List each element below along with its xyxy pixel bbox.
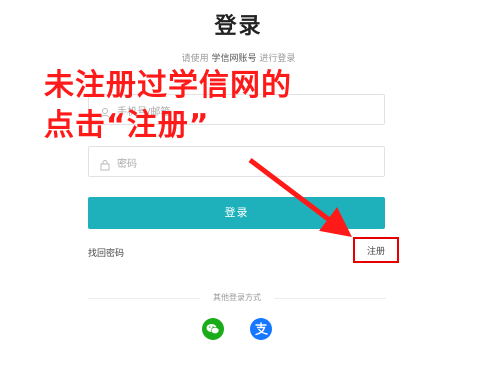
red-arrow: [248, 158, 352, 238]
